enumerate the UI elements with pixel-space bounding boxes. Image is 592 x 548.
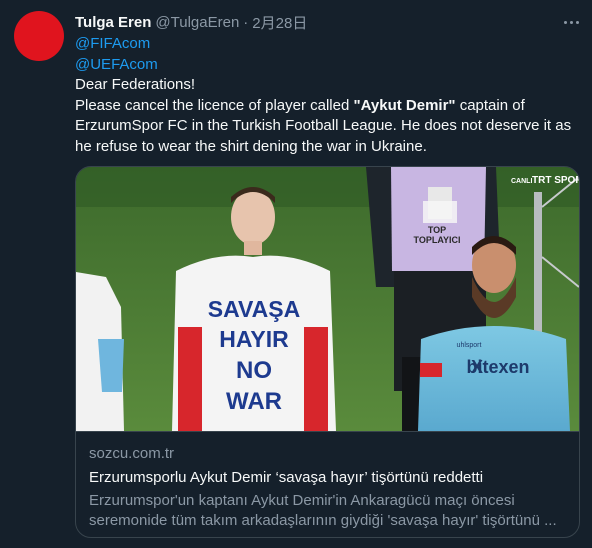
vest-text-1: TOP: [428, 225, 446, 235]
card-domain: sozcu.com.tr: [89, 445, 175, 462]
tweet-header: Tulga Eren @TulgaEren · 2月28日: [75, 12, 307, 32]
separator-dot: ·: [243, 13, 249, 31]
body-line-3: he refuse to wear the shirt dening the w…: [75, 137, 427, 155]
broadcast-tag: CANLI: [511, 178, 532, 185]
shirt-text-2: HAYIR: [219, 326, 289, 352]
shirt-text-4: WAR: [226, 388, 282, 415]
body-part-2: captain of: [455, 96, 525, 114]
author-handle[interactable]: @TulgaEren: [155, 14, 239, 31]
vest-text-2: TOPLAYICI: [413, 235, 460, 245]
body-part-1: Please cancel the licence of player call…: [75, 96, 354, 114]
card-meta[interactable]: sozcu.com.tr Erzurumsporlu Aykut Demir ‘…: [76, 431, 579, 537]
card-image[interactable]: TOP TOPLAYICI CANLI TRT SPOR SAVAŞA HAYI…: [76, 167, 579, 431]
sponsor-mark: X: [471, 357, 483, 377]
card-description: Erzurumspor'un kaptanı Aykut Demir'in An…: [89, 491, 566, 531]
tweet-text: @FIFAcom @UEFAcom Dear Federations! Plea…: [75, 34, 580, 157]
mention-uefa[interactable]: @UEFAcom: [75, 55, 580, 76]
more-horizontal-icon[interactable]: [560, 12, 582, 32]
avatar[interactable]: [14, 11, 64, 61]
card-description-line-1: Erzurumspor'un kaptanı Aykut Demir'in An…: [89, 492, 515, 509]
shirt-text-3: NO: [236, 357, 272, 384]
link-card[interactable]: TOP TOPLAYICI CANLI TRT SPOR SAVAŞA HAYI…: [75, 166, 580, 538]
timestamp[interactable]: 2月28日: [252, 12, 307, 33]
greeting-text: Dear Federations!: [75, 76, 196, 93]
mention-fifa[interactable]: @FIFAcom: [75, 34, 580, 55]
broadcast-logo: TRT SPOR: [532, 175, 579, 186]
body-line-1: Please cancel the licence of player call…: [75, 96, 580, 117]
body-line-2: ErzurumSpor FC in the Turkish Football L…: [75, 117, 572, 134]
jersey-brand: uhlsport: [457, 342, 482, 349]
tweet[interactable]: Tulga Eren @TulgaEren · 2月28日 @FIFAcom @…: [0, 0, 592, 548]
author-name[interactable]: Tulga Eren: [75, 14, 151, 31]
card-title[interactable]: Erzurumsporlu Aykut Demir ‘savaşa hayır’…: [89, 468, 566, 488]
shirt-text-1: SAVAŞA: [208, 296, 300, 322]
player-name: "Aykut Demir": [353, 96, 456, 114]
card-description-line-2: seremonide tüm takım arkadaşlarının giyd…: [89, 512, 557, 529]
